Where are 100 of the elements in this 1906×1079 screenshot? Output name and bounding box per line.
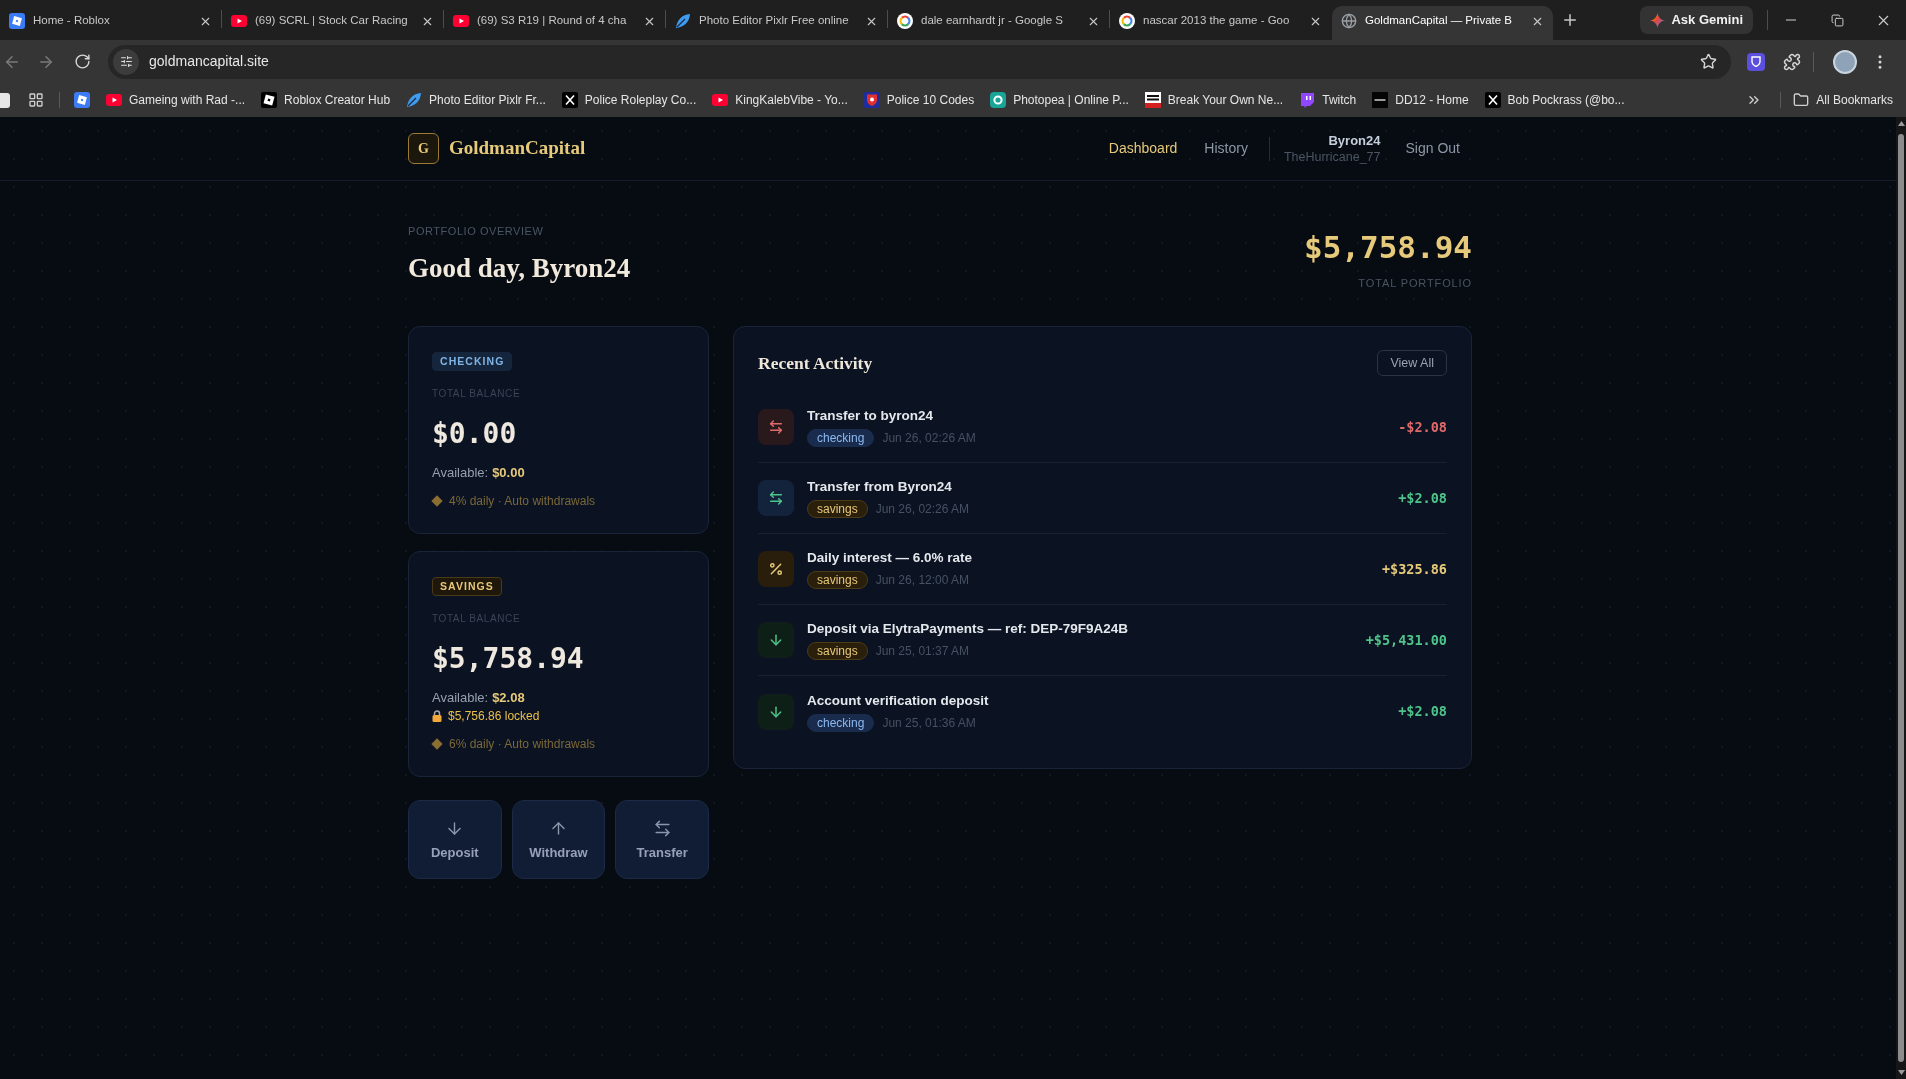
- bookmark-link[interactable]: KingKalebVibe - Yo...: [712, 91, 848, 109]
- scrollbar-thumb[interactable]: [1898, 134, 1904, 1062]
- activity-amount: +$2.08: [1398, 702, 1447, 722]
- ring-tile-icon: [990, 92, 1007, 108]
- activity-title: Deposit via ElytraPayments — ref: DEP-79F9A24B: [807, 620, 1129, 638]
- gemini-button[interactable]: Ask Gemini: [1640, 6, 1753, 34]
- bookmark-star-icon[interactable]: [1700, 53, 1717, 70]
- square-tile-icon: [1372, 92, 1389, 108]
- ring-icon: [897, 13, 913, 29]
- greeting-heading: Good day, Byron24: [408, 252, 631, 285]
- leaf-icon: [406, 92, 423, 108]
- portfolio-total: $5,758.94: [1304, 228, 1472, 267]
- caret-down-icon[interactable]: [1897, 1070, 1905, 1075]
- extensions-icon[interactable]: [1783, 52, 1801, 71]
- apps-grid-icon[interactable]: [28, 92, 44, 108]
- account-tag: savings: [807, 642, 868, 660]
- x-mark-icon: [561, 92, 578, 108]
- bookmark-link[interactable]: Roblox Creator Hub: [261, 91, 391, 109]
- bookmark-link[interactable]: Break Your Own Ne...: [1144, 91, 1284, 109]
- rate-note: 4% daily · Auto withdrawals: [449, 494, 596, 508]
- nav-link[interactable]: History: [1192, 132, 1260, 165]
- play-icon: [712, 94, 729, 106]
- x-mark-icon: [1484, 92, 1501, 108]
- available-amount: $2.08: [492, 690, 525, 706]
- bookmark-link[interactable]: Twitch: [1299, 91, 1357, 109]
- user-handle: TheHurricane_77: [1283, 148, 1381, 166]
- swap-arrows-icon: [652, 818, 672, 838]
- url-text: goldmancapital.site: [149, 52, 269, 71]
- play-icon: [106, 94, 122, 106]
- action-button[interactable]: Transfer: [615, 800, 709, 879]
- nav-link[interactable]: Dashboard: [1096, 132, 1190, 165]
- activity-time: Jun 25, 01:37 AM: [875, 643, 970, 660]
- ring-icon: [1119, 13, 1135, 29]
- bookmark-link[interactable]: Gameing with Rad -...: [106, 91, 246, 109]
- swap-arrows-icon: [758, 480, 794, 516]
- brand-name: GoldmanCapital: [449, 136, 586, 161]
- caret-up-icon[interactable]: [1897, 121, 1905, 126]
- address-bar[interactable]: goldmancapital.site: [108, 44, 1731, 79]
- activity-time: Jun 25, 01:36 AM: [882, 714, 976, 732]
- account-tag: savings: [807, 571, 868, 589]
- bookmark-link[interactable]: Police Roleplay Co...: [561, 91, 697, 109]
- all-bookmarks-link[interactable]: All Bookmarks: [1793, 91, 1893, 109]
- browser-tab[interactable]: GoldmanCapital — Private B: [1332, 6, 1553, 40]
- percent-icon: [758, 551, 794, 587]
- bookmark-link[interactable]: Police 10 Codes: [863, 91, 975, 109]
- activity-heading: Recent Activity: [758, 351, 873, 375]
- available-label: Available:: [432, 465, 489, 481]
- view-all-button[interactable]: View All: [1377, 350, 1447, 376]
- sign-out-link[interactable]: Sign Out: [1393, 132, 1472, 165]
- balance-amount: $0.00: [432, 416, 517, 452]
- account-tag: checking: [807, 429, 875, 447]
- rate-note: 6% daily · Auto withdrawals: [449, 737, 596, 751]
- square-icon[interactable]: [0, 92, 10, 108]
- account-tag: CHECKING: [432, 352, 513, 371]
- leaf-icon: [675, 13, 691, 29]
- action-button[interactable]: Deposit: [408, 800, 502, 879]
- locked-amount: $5,756.86 locked: [448, 708, 540, 724]
- tilted-square-icon: [261, 92, 278, 108]
- reload-icon[interactable]: [74, 53, 91, 70]
- activity-time: Jun 26, 02:26 AM: [875, 501, 970, 518]
- sparkle-icon: [1650, 12, 1666, 28]
- action-button[interactable]: Withdraw: [511, 800, 606, 879]
- activity-time: Jun 26, 02:26 AM: [882, 430, 976, 447]
- avatar-icon[interactable]: [1833, 49, 1857, 74]
- account-tag: savings: [807, 500, 868, 518]
- account-tag: SAVINGS: [432, 577, 502, 596]
- site-settings-icon[interactable]: [113, 48, 139, 75]
- user-name: Byron24: [1328, 131, 1381, 149]
- folder-icon: [1793, 92, 1810, 108]
- tilted-square-icon: [9, 13, 25, 29]
- activity-title: Transfer from Byron24: [807, 478, 953, 496]
- play-icon: [231, 15, 247, 27]
- activity-title: Transfer to byron24: [807, 407, 935, 425]
- play-icon: [453, 15, 469, 27]
- activity-amount: +$2.08: [1398, 488, 1447, 508]
- lock-icon: [432, 710, 442, 722]
- account-tag: checking: [807, 713, 875, 732]
- bookmark-link[interactable]: DD12 - Home: [1372, 91, 1469, 109]
- shield-emblem-icon: [863, 92, 880, 108]
- new-tab-icon[interactable]: [1561, 11, 1579, 29]
- bookmark-link[interactable]: [74, 92, 90, 108]
- balance-amount: $5,758.94: [432, 641, 584, 677]
- activity-title: Daily interest — 6.0% rate: [807, 549, 973, 567]
- activity-amount: -$2.08: [1398, 417, 1447, 437]
- available-label: Available:: [432, 690, 489, 706]
- portfolio-total-label: TOTAL PORTFOLIO: [1358, 276, 1472, 290]
- activity-amount: +$5,431.00: [1365, 630, 1447, 650]
- bookmark-link[interactable]: Photopea | Online P...: [990, 91, 1129, 109]
- speech-bubble-icon: [1299, 92, 1316, 108]
- restore-icon[interactable]: [1830, 13, 1844, 27]
- swap-arrows-icon: [758, 409, 794, 445]
- newspaper-icon: [1144, 92, 1161, 108]
- activity-time: Jun 26, 12:00 AM: [875, 572, 970, 589]
- tilted-square-icon: [74, 92, 90, 108]
- shield-tile-icon[interactable]: [1747, 52, 1765, 71]
- globe-icon: [1341, 13, 1357, 29]
- bookmark-link[interactable]: Photo Editor Pixlr Fr...: [406, 91, 546, 109]
- eyebrow-label: PORTFOLIO OVERVIEW: [408, 224, 545, 238]
- available-amount: $0.00: [492, 465, 525, 481]
- bookmark-link[interactable]: Bob Pockrass (@bo...: [1484, 91, 1625, 109]
